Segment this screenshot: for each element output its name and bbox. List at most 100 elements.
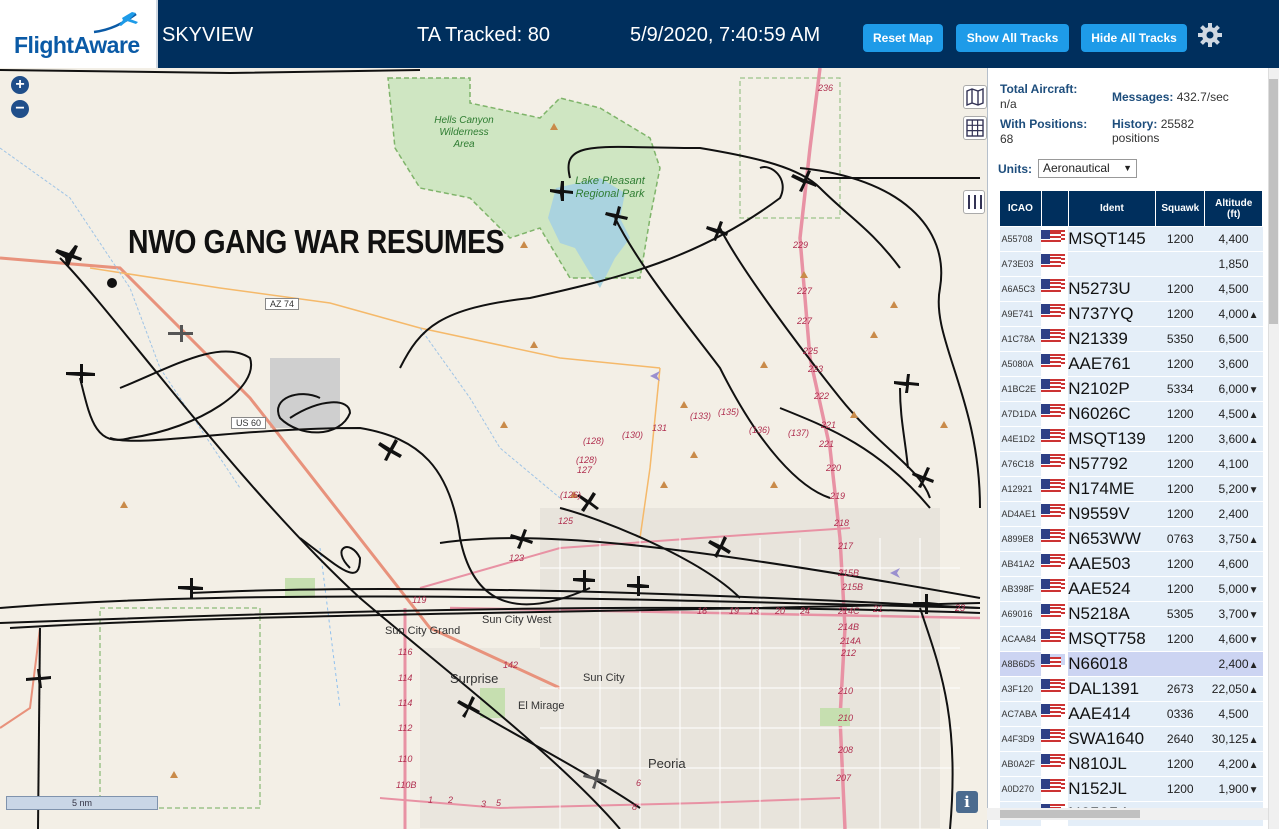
- road-number: 114: [398, 698, 413, 708]
- altitude-cell: 4,500▲: [1204, 401, 1263, 427]
- table-row[interactable]: AD4AE1 N9559V 1200 2,400: [999, 501, 1263, 527]
- flag-cell: [1041, 579, 1066, 594]
- squawk-cell: 1200: [1155, 576, 1205, 602]
- road-number: 212: [841, 648, 857, 658]
- map-layers-icon[interactable]: [963, 85, 987, 109]
- table-row[interactable]: A1BC2E N2102P 5334 6,000▼: [999, 376, 1263, 402]
- altitude-trend-icon: ▲: [1248, 535, 1259, 546]
- table-row[interactable]: A76C18 N57792 1200 4,100: [999, 451, 1263, 477]
- table-row[interactable]: A6A5C3 N5273U 1200 4,500: [999, 276, 1263, 302]
- road-number: 215B: [842, 582, 864, 592]
- table-row[interactable]: A12921 N174ME 1200 5,200▼: [999, 476, 1263, 502]
- show-all-tracks-button[interactable]: Show All Tracks: [956, 24, 1069, 52]
- table-row[interactable]: A5080A AAE761 1200 3,600: [999, 351, 1263, 377]
- road-number: (135): [718, 407, 740, 417]
- zoom-out-button[interactable]: −: [11, 100, 29, 118]
- reset-map-button[interactable]: Reset Map: [863, 24, 943, 52]
- road-number: 110: [398, 754, 413, 764]
- us-flag-icon: [1041, 406, 1062, 419]
- column-header-altitude[interactable]: Altitude (ft): [1204, 190, 1263, 227]
- icao-cell: A8B6D5: [999, 651, 1042, 677]
- table-row[interactable]: A4F3D9 SWA1640 2640 30,125▲: [999, 726, 1263, 752]
- column-header-squawk[interactable]: Squawk: [1155, 190, 1206, 227]
- map-view[interactable]: NWO GANG WAR RESUMES Hells Canyon Wilder…: [0, 68, 987, 829]
- flag-cell: [1041, 504, 1066, 519]
- squawk-cell: 1200: [1155, 501, 1205, 527]
- table-row[interactable]: AB398F AAE524 1200 5,000▼: [999, 576, 1263, 602]
- flag-cell: [1041, 229, 1066, 245]
- road-number: 227: [797, 286, 813, 296]
- table-row[interactable]: A3F120 DAL1391 2673 22,050▲: [999, 676, 1263, 702]
- history-label: History:: [1112, 117, 1158, 131]
- table-row[interactable]: A1C78A N21339 5350 6,500: [999, 326, 1263, 352]
- us-flag-icon: [1041, 681, 1062, 694]
- info-icon[interactable]: i: [956, 791, 978, 813]
- flag-cell: [1041, 304, 1066, 319]
- table-row[interactable]: A899E8 N653WW 0763 3,750▲: [999, 526, 1263, 552]
- road-number: 215B: [838, 568, 860, 578]
- icao-cell: A7D1DA: [999, 401, 1042, 427]
- grid-icon[interactable]: [963, 116, 987, 140]
- table-row[interactable]: A9E741 N737YQ 1200 4,000▲: [999, 301, 1263, 327]
- table-row[interactable]: A0D270 N152JL 1200 1,900▼: [999, 776, 1263, 802]
- hide-all-tracks-button[interactable]: Hide All Tracks: [1081, 24, 1187, 52]
- column-toggle-icon[interactable]: [963, 190, 985, 214]
- ta-tracked-count: TA Tracked: 80: [417, 24, 551, 46]
- place-label-lake-pleasant: Lake Pleasant Regional Park: [575, 175, 645, 200]
- table-row[interactable]: A73E03 1,850: [999, 251, 1263, 277]
- column-header-ident[interactable]: Ident: [1067, 190, 1157, 227]
- road-number: 114: [398, 673, 413, 683]
- squawk-cell: 5350: [1155, 326, 1205, 352]
- us-flag-icon: [1041, 506, 1062, 519]
- aircraft-table: ICAO Ident Squawk Altitude (ft) A55708 MS…: [999, 190, 1263, 827]
- units-dropdown[interactable]: Aeronautical: [1038, 159, 1137, 178]
- column-header-flag[interactable]: [1040, 190, 1069, 227]
- squawk-cell: 1200: [1155, 626, 1205, 652]
- us-flag-icon: [1041, 531, 1062, 544]
- us-flag-icon: [1041, 706, 1062, 719]
- table-horizontal-scrollbar-thumb[interactable]: [1000, 810, 1140, 818]
- us-flag-icon: [1041, 781, 1062, 794]
- zoom-in-button[interactable]: +: [11, 76, 29, 94]
- altitude-cell: 4,200▲: [1204, 751, 1263, 777]
- gear-icon[interactable]: [1197, 22, 1223, 48]
- altitude-value: 30,125: [1211, 732, 1249, 746]
- road-number: 119: [412, 595, 427, 605]
- altitude-value: 4,600: [1218, 557, 1249, 571]
- altitude-value: 6,500: [1218, 332, 1249, 346]
- flag-cell: [1041, 529, 1066, 544]
- icao-cell: A3F120: [999, 676, 1042, 702]
- table-row[interactable]: A7D1DA N6026C 1200 4,500▲: [999, 401, 1263, 427]
- flag-cell: [1041, 429, 1066, 444]
- road-number: (136): [749, 425, 771, 435]
- altitude-trend-icon: ▼: [1248, 585, 1259, 596]
- altitude-trend-icon: ▲: [1248, 760, 1259, 771]
- overlay-headline: NWO GANG WAR RESUMES: [128, 223, 505, 260]
- table-row[interactable]: AB0A2F N810JL 1200 4,200▲: [999, 751, 1263, 777]
- icao-cell: AC7ABA: [999, 701, 1042, 727]
- road-number: 142: [503, 660, 519, 670]
- sidebar-scrollbar-thumb[interactable]: [1269, 79, 1278, 324]
- ident-cell: [1068, 251, 1156, 277]
- ident-cell: MSQT145: [1068, 226, 1156, 252]
- road-number: 236: [818, 83, 834, 93]
- road-number: 6: [636, 778, 642, 788]
- altitude-cell: 4,500: [1204, 701, 1263, 727]
- table-row[interactable]: AC7ABA AAE414 0336 4,500: [999, 701, 1263, 727]
- with-positions-value: 68: [1000, 132, 1014, 146]
- road-number: 123: [509, 553, 525, 563]
- road-number: 5: [496, 798, 502, 808]
- table-row[interactable]: AB41A2 AAE503 1200 4,600: [999, 551, 1263, 577]
- table-row[interactable]: A55708 MSQT145 1200 4,400: [999, 226, 1263, 252]
- altitude-trend-icon: ▼: [1248, 385, 1259, 396]
- column-header-icao[interactable]: ICAO: [999, 190, 1042, 227]
- messages-value: 432.7/sec: [1176, 90, 1229, 104]
- place-label-surprise: Surprise: [450, 671, 499, 686]
- squawk-cell: 1200: [1155, 776, 1205, 802]
- flightaware-logo[interactable]: FlightAware: [0, 0, 158, 68]
- table-row[interactable]: A4E1D2 MSQT139 1200 3,600▲: [999, 426, 1263, 452]
- table-row[interactable]: A8B6D5 N66018 2,400▲: [999, 651, 1263, 677]
- altitude-cell: 3,700▼: [1204, 601, 1263, 627]
- table-row[interactable]: A69016 N5218A 5305 3,700▼: [999, 601, 1263, 627]
- table-row[interactable]: ACAA84 MSQT758 1200 4,600▼: [999, 626, 1263, 652]
